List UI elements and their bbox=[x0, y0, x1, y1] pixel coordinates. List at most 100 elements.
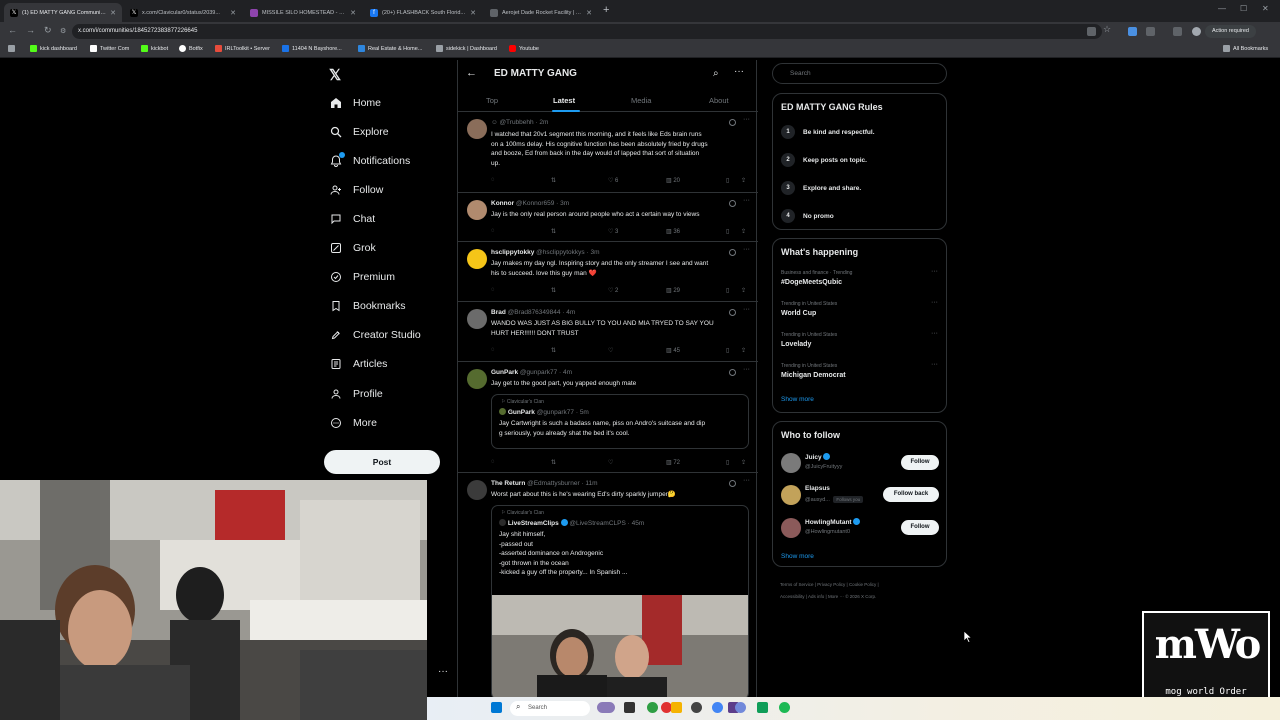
trend-item[interactable]: Michigan Democrat bbox=[781, 372, 846, 379]
browser-tab-2[interactable]: MISSILE SILO HOMESTEAD - G... ✕ bbox=[244, 3, 362, 22]
browser-tab-3[interactable]: f (20+) FLASHBACK South Florid... ✕ bbox=[364, 3, 482, 22]
chrome-icon[interactable] bbox=[712, 702, 723, 713]
nav-premium[interactable]: Premium bbox=[330, 271, 395, 283]
nav-more[interactable]: More bbox=[330, 417, 377, 429]
avatar[interactable] bbox=[467, 249, 487, 269]
show-more-link[interactable]: Show more bbox=[781, 553, 814, 560]
share-icon[interactable]: ⇪ bbox=[741, 347, 746, 354]
nav-grok[interactable]: Grok bbox=[330, 242, 376, 254]
nav-notifications[interactable]: Notifications bbox=[330, 152, 410, 167]
share-icon[interactable]: ⇪ bbox=[741, 287, 746, 294]
bookmark-bayshore[interactable]: 11404 N Bayshore... bbox=[282, 45, 342, 52]
trend-item[interactable]: #DogeMeetsQubic bbox=[781, 279, 842, 286]
more-icon[interactable]: ··· bbox=[931, 268, 938, 275]
star-icon[interactable]: ☆ bbox=[1103, 24, 1111, 35]
avatar[interactable] bbox=[467, 119, 487, 139]
grok-icon[interactable] bbox=[729, 369, 736, 376]
close-icon[interactable]: ✕ bbox=[350, 9, 356, 17]
show-more-link[interactable]: Show more bbox=[781, 396, 814, 403]
like-icon[interactable]: ♡ bbox=[608, 347, 613, 354]
close-icon[interactable]: ✕ bbox=[586, 9, 592, 17]
tab-top[interactable]: Top bbox=[486, 96, 498, 105]
like-icon[interactable]: ♡ 2 bbox=[608, 287, 618, 294]
url-field[interactable]: x.com/i/communities/1845272383877226645 bbox=[72, 24, 1102, 39]
spotify-icon[interactable] bbox=[779, 702, 790, 713]
nav-profile[interactable]: Profile bbox=[330, 388, 383, 400]
search-input[interactable]: Search bbox=[772, 63, 947, 84]
more-icon[interactable]: ··· bbox=[734, 66, 744, 77]
tweet[interactable]: Konnor @Konnor659 · 3m ··· Jay is the on… bbox=[458, 194, 758, 242]
share-icon[interactable]: ⇪ bbox=[741, 459, 746, 466]
tweet-author[interactable]: Brad @Brad876349844 · 4m bbox=[491, 309, 575, 316]
footer-link[interactable]: Ads info bbox=[808, 594, 824, 599]
tweet-author[interactable]: hsclippytokky @hsclippytokkys · 3m bbox=[491, 249, 599, 256]
tab-about[interactable]: About bbox=[709, 96, 729, 105]
repost-icon[interactable]: ⇅ bbox=[551, 177, 556, 184]
footer-link[interactable]: Cookie Policy bbox=[849, 582, 876, 587]
footer-link[interactable]: Accessibility bbox=[780, 594, 805, 599]
like-icon[interactable]: ♡ 3 bbox=[608, 228, 618, 235]
action-required-button[interactable]: Action required bbox=[1205, 25, 1256, 38]
tweet-author[interactable]: GunPark @gunpark77 · 4m bbox=[491, 369, 572, 376]
follow-suggestion-name[interactable]: Elapsus bbox=[805, 485, 830, 492]
task-view-icon[interactable] bbox=[624, 702, 635, 713]
nav-articles[interactable]: Articles bbox=[330, 358, 387, 370]
tab-latest[interactable]: Latest bbox=[553, 96, 575, 105]
nav-chat[interactable]: Chat bbox=[330, 213, 375, 225]
grok-icon[interactable] bbox=[729, 200, 736, 207]
back-arrow-icon[interactable]: ← bbox=[466, 67, 477, 79]
window-close-icon[interactable]: ✕ bbox=[1262, 4, 1269, 13]
quote-media-image[interactable] bbox=[492, 595, 749, 700]
views-icon[interactable]: ▥ 29 bbox=[666, 287, 680, 294]
back-icon[interactable]: ← bbox=[8, 25, 17, 35]
taskbar-search[interactable]: Search bbox=[510, 701, 590, 716]
repost-icon[interactable]: ⇅ bbox=[551, 459, 556, 466]
repost-icon[interactable]: ⇅ bbox=[551, 347, 556, 354]
bookmark-irltoolkit[interactable]: IRLToolkit • Server bbox=[215, 45, 270, 52]
footer-link[interactable]: More ··· bbox=[828, 594, 844, 599]
browser-tab-1[interactable]: 𝕏 x.com/Clavicular0/status/2039... ✕ bbox=[124, 3, 242, 22]
nav-explore[interactable]: Explore bbox=[330, 126, 389, 138]
nav-bookmarks[interactable]: Bookmarks bbox=[330, 300, 406, 312]
tweet[interactable]: GunPark @gunpark77 · 4m ··· Jay get to t… bbox=[458, 363, 758, 473]
maximize-icon[interactable]: ☐ bbox=[1240, 4, 1247, 13]
quote-tweet[interactable]: ⚐ Clavicular's Clan GunPark @gunpark77 ·… bbox=[491, 394, 749, 449]
share-icon[interactable]: ⇪ bbox=[741, 177, 746, 184]
tweet[interactable]: hsclippytokky @hsclippytokkys · 3m ··· J… bbox=[458, 243, 758, 302]
tweet[interactable]: Brad @Brad876349844 · 4m ··· WANDO WAS J… bbox=[458, 303, 758, 362]
views-icon[interactable]: ▥ 45 bbox=[666, 347, 680, 354]
bookmark-botfix[interactable]: Botfix bbox=[179, 45, 203, 52]
follow-suggestion-name[interactable]: Juicy bbox=[805, 453, 831, 461]
avatar[interactable] bbox=[781, 453, 801, 473]
bookmark-icon[interactable]: ▯ bbox=[726, 177, 729, 184]
cast-icon[interactable] bbox=[1087, 27, 1096, 36]
follow-button[interactable]: Follow bbox=[901, 520, 939, 535]
bookmark-twitter[interactable]: Twitter Com bbox=[90, 45, 129, 52]
extension-icon[interactable] bbox=[1128, 27, 1137, 36]
grok-icon[interactable] bbox=[729, 119, 736, 126]
share-icon[interactable]: ⇪ bbox=[741, 228, 746, 235]
avatar[interactable] bbox=[467, 369, 487, 389]
reply-icon[interactable]: ◌ bbox=[491, 228, 495, 234]
avatar[interactable] bbox=[467, 480, 487, 500]
tab-media[interactable]: Media bbox=[631, 96, 651, 105]
more-icon[interactable]: ··· bbox=[743, 116, 750, 123]
obs-icon[interactable] bbox=[691, 702, 702, 713]
views-icon[interactable]: ▥ 36 bbox=[666, 228, 680, 235]
widget-icon[interactable] bbox=[597, 702, 615, 713]
like-icon[interactable]: ♡ 6 bbox=[608, 177, 618, 184]
bookmark-kickbot[interactable]: kickbot bbox=[141, 45, 168, 52]
bookmark-icon[interactable]: ▯ bbox=[726, 287, 729, 294]
new-tab-icon[interactable]: + bbox=[603, 4, 609, 16]
tweet-author[interactable]: The Return @Edmattysburner · 11m bbox=[491, 480, 598, 487]
extensions-puzzle-icon[interactable] bbox=[1146, 27, 1155, 36]
reply-icon[interactable]: ◌ bbox=[491, 347, 495, 353]
close-icon[interactable]: ✕ bbox=[470, 9, 476, 17]
grok-icon[interactable] bbox=[729, 249, 736, 256]
avatar[interactable] bbox=[467, 309, 487, 329]
follow-suggestion-name[interactable]: HowlingMutant bbox=[805, 518, 861, 526]
file-explorer-icon[interactable] bbox=[671, 702, 682, 713]
trend-item[interactable]: World Cup bbox=[781, 310, 816, 317]
trend-item[interactable]: Lovelady bbox=[781, 341, 811, 348]
views-icon[interactable]: ▥ 72 bbox=[666, 459, 680, 466]
